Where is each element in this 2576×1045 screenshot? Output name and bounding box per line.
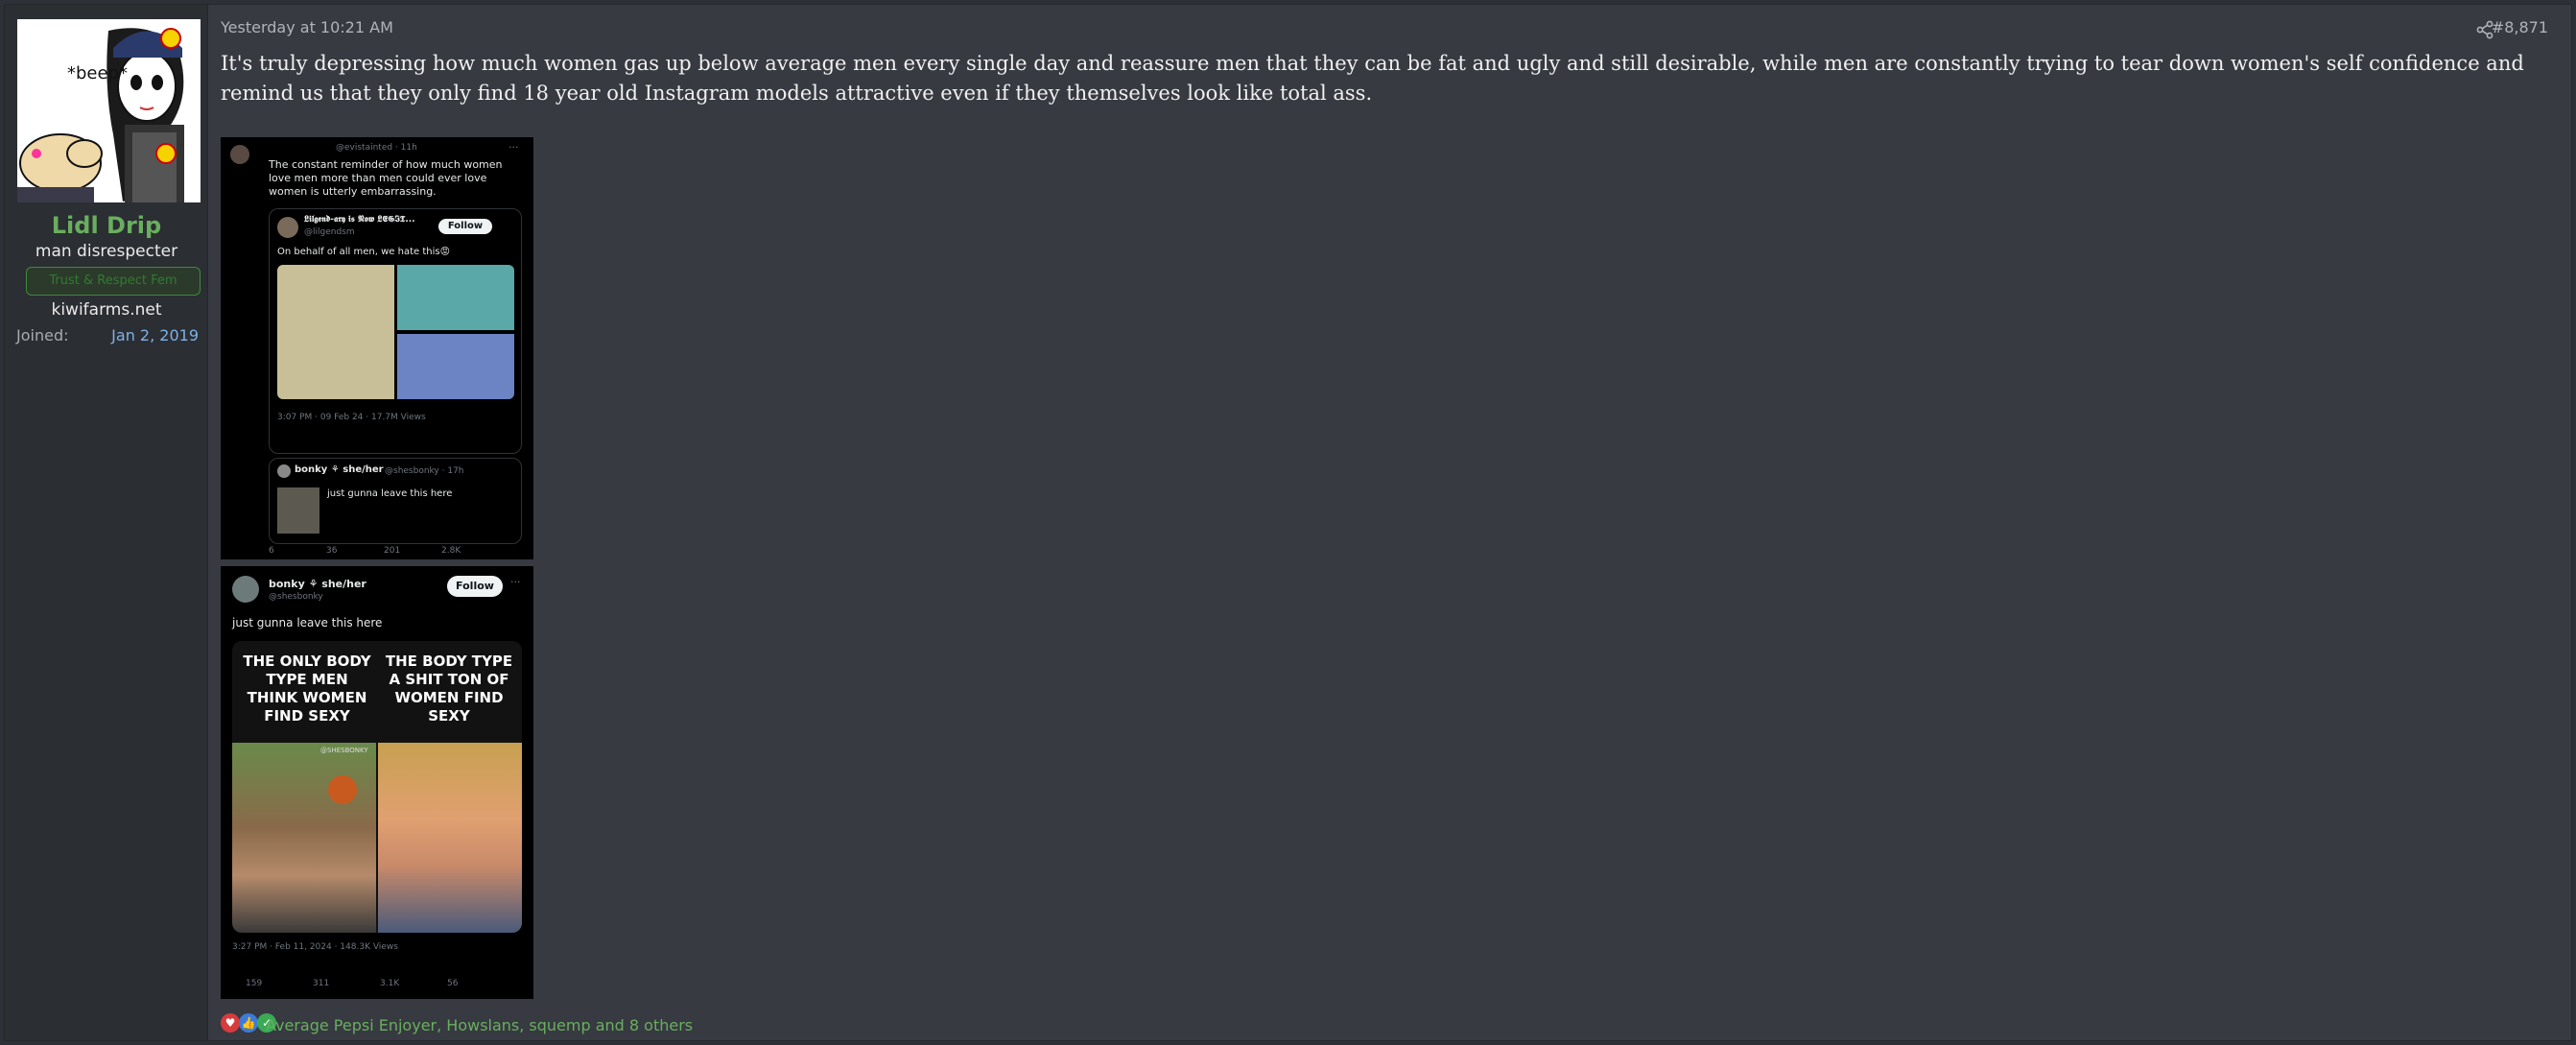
- quote-meta: 3:07 PM · 09 Feb 24 · 17.7M Views: [277, 413, 426, 422]
- reply-name: bonky ⚘ she/her: [295, 464, 384, 475]
- avatar-image: [17, 19, 201, 202]
- tweet-meta: 3:27 PM · Feb 11, 2024 · 148.3K Views: [232, 942, 398, 952]
- follow-button[interactable]: Follow: [447, 576, 503, 597]
- reply-tweet: bonky ⚘ she/her @shesbonky · 17h just gu…: [269, 458, 522, 544]
- more-icon: ···: [508, 141, 519, 154]
- retweet-count: 36: [326, 546, 338, 556]
- joined-label: Joined:: [16, 326, 69, 344]
- post-number[interactable]: #8,871: [2492, 18, 2548, 36]
- bookmark-count: 56: [447, 979, 459, 988]
- tweet-action-bar: 159 311 3.1K 56: [232, 979, 522, 990]
- quote-photo-1: [277, 265, 394, 399]
- tweet-author-name: bonky ⚘ she/her: [269, 578, 366, 590]
- reply-text: just gunna leave this here: [327, 488, 453, 499]
- quote-name: 𝕷𝖎𝖑𝖌𝖊𝖓𝖉-𝖆𝖗𝖞 𝖎𝖘 𝕹𝖔𝖜 𝕷𝕰𝕲𝕴𝕿...: [304, 215, 415, 225]
- quote-text: On behalf of all men, we hate this😡: [277, 247, 450, 257]
- meme-watermark: @SHESBONKY: [320, 747, 368, 754]
- meme-image: THE ONLY BODY TYPE MEN THINK WOMEN FIND …: [232, 641, 522, 933]
- like-count: 201: [384, 546, 401, 556]
- quote-avatar: [277, 217, 298, 238]
- heart-icon: ♥: [221, 1013, 240, 1033]
- reply-thumbnail: [277, 487, 319, 534]
- post-timestamp[interactable]: Yesterday at 10:21 AM: [221, 18, 393, 36]
- reply-count: 159: [246, 979, 263, 988]
- like-count: 3.1K: [380, 979, 400, 988]
- view-count: 2.8K: [441, 546, 461, 556]
- joined-date: Jan 2, 2019: [111, 326, 199, 344]
- retweet-count: 311: [313, 979, 330, 988]
- user-title: man disrespecter: [35, 242, 178, 261]
- user-banner: Trust & Respect Fem: [26, 267, 201, 296]
- username[interactable]: Lidl Drip: [5, 212, 208, 239]
- embedded-tweet-screenshot-2[interactable]: bonky ⚘ she/her @shesbonky Follow ··· ju…: [221, 566, 533, 999]
- tweet-author-handle: @shesbonky: [269, 592, 323, 602]
- meme-right-photo: [378, 743, 522, 933]
- reply-avatar: [277, 464, 291, 478]
- post-body: It's truly depressing how much women gas…: [221, 52, 2524, 105]
- quote-photo-2: [397, 265, 514, 330]
- meme-left-caption: THE ONLY BODY TYPE MEN THINK WOMEN FIND …: [243, 653, 371, 724]
- meme-right-caption: THE BODY TYPE A SHIT TON OF WOMEN FIND S…: [385, 653, 513, 724]
- tweet-text: just gunna leave this here: [232, 616, 383, 629]
- reply-handle: @shesbonky · 17h: [385, 466, 464, 476]
- tweet-avatar: [232, 576, 259, 603]
- post-main: Yesterday at 10:21 AM #8,871 It's truly …: [208, 5, 2571, 1040]
- tweet-handle: @evistainted · 11h: [336, 143, 417, 153]
- quote-photo-3: [397, 334, 514, 399]
- user-site: kiwifarms.net: [51, 300, 162, 320]
- reaction-users[interactable]: Average Pepsi Enjoyer, Howslans, squemp …: [266, 1016, 693, 1034]
- avatar[interactable]: *beep*: [17, 19, 201, 202]
- basketball-icon: [328, 775, 357, 804]
- user-sidebar: *beep* Lidl Drip man disrespecter Trust …: [5, 5, 208, 1040]
- quote-handle: @lilgendsm: [304, 227, 355, 237]
- quoted-tweet: 𝕷𝖎𝖑𝖌𝖊𝖓𝖉-𝖆𝖗𝖞 𝖎𝖘 𝕹𝖔𝖜 𝕷𝕰𝕲𝕴𝕿... @lilgendsm F…: [269, 208, 522, 454]
- embedded-tweet-screenshot-1[interactable]: @evistainted · 11h ··· The constant remi…: [221, 137, 533, 559]
- thumbs-up-icon: 👍: [239, 1013, 258, 1033]
- avatar-caption: *beep*: [67, 63, 128, 83]
- forum-post: *beep* Lidl Drip man disrespecter Trust …: [4, 4, 2572, 1041]
- tweet-text: The constant reminder of how much women …: [269, 158, 503, 198]
- tweet-action-bar: 6 36 201 2.8K: [269, 546, 520, 558]
- tweet-avatar: [230, 145, 249, 164]
- reply-count: 6: [269, 546, 274, 556]
- meme-left-photo: [232, 743, 376, 933]
- quote-follow-button[interactable]: Follow: [438, 219, 492, 234]
- more-icon: ···: [510, 576, 521, 588]
